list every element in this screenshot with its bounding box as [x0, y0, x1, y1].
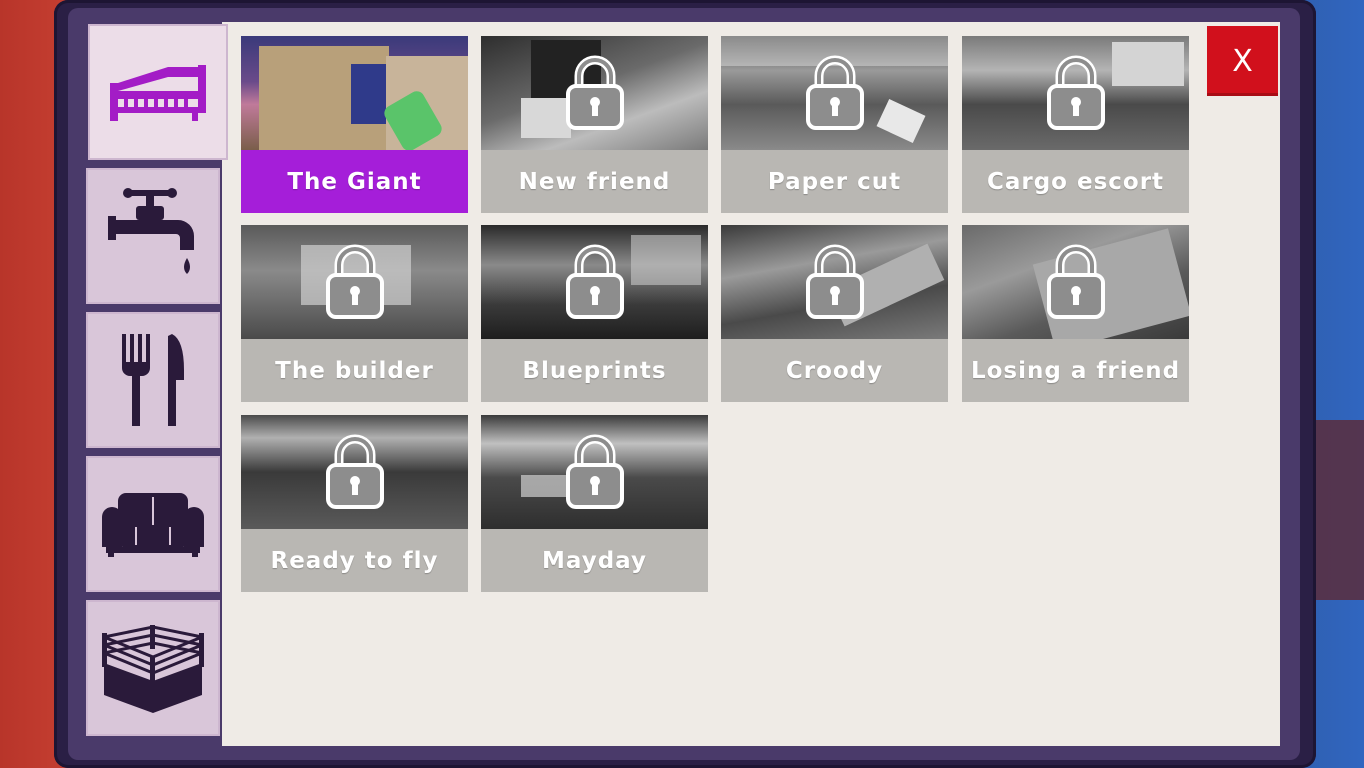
level-card-blueprints[interactable]: Blueprints — [481, 225, 708, 402]
level-thumbnail — [721, 225, 948, 339]
level-thumbnail — [481, 415, 708, 529]
level-thumbnail — [241, 36, 468, 150]
level-thumbnail — [241, 225, 468, 339]
level-name: Blueprints — [522, 357, 667, 384]
close-button[interactable]: X — [1207, 26, 1278, 96]
level-name: Paper cut — [767, 168, 902, 195]
level-name: Cargo escort — [986, 168, 1165, 195]
level-name: Croody — [785, 357, 884, 384]
level-name: Losing a friend — [970, 357, 1181, 384]
level-name: Ready to fly — [270, 547, 439, 574]
level-card-mayday[interactable]: Mayday — [481, 415, 708, 592]
level-name: The Giant — [241, 150, 468, 213]
lock-icon — [806, 244, 864, 319]
lock-icon — [1047, 55, 1105, 130]
lock-icon — [326, 244, 384, 319]
level-thumbnail — [962, 225, 1189, 339]
level-card-new-friend[interactable]: New friend — [481, 36, 708, 213]
background-shadow — [1316, 420, 1364, 600]
category-tab-arena[interactable] — [86, 600, 220, 736]
level-name: The builder — [275, 357, 434, 384]
category-tab-bathroom[interactable] — [86, 168, 220, 304]
lock-icon — [806, 55, 864, 130]
level-card-ready-to-fly[interactable]: Ready to fly — [241, 415, 468, 592]
category-sidebar — [84, 22, 228, 746]
lock-icon — [566, 244, 624, 319]
level-card-croody[interactable]: Croody — [721, 225, 948, 402]
level-card-cargo-escort[interactable]: Cargo escort — [962, 36, 1189, 213]
category-tab-living-room[interactable] — [86, 456, 220, 592]
level-card-paper-cut[interactable]: Paper cut — [721, 36, 948, 213]
lock-icon — [566, 434, 624, 509]
level-thumbnail — [241, 415, 468, 529]
level-card-the-builder[interactable]: The builder — [241, 225, 468, 402]
level-name: New friend — [518, 168, 671, 195]
level-card-losing-a-friend[interactable]: Losing a friend — [962, 225, 1189, 402]
level-thumbnail — [962, 36, 1189, 150]
boxing-ring-icon — [102, 625, 204, 713]
category-tab-kitchen[interactable] — [86, 312, 220, 448]
lock-icon — [566, 55, 624, 130]
bed-icon — [110, 65, 206, 121]
level-card-the-giant[interactable]: The Giant — [241, 36, 468, 213]
lock-icon — [326, 434, 384, 509]
lock-icon — [1047, 244, 1105, 319]
level-thumbnail — [481, 36, 708, 150]
level-thumbnail — [721, 36, 948, 150]
category-tab-bedroom[interactable] — [88, 24, 228, 160]
level-thumbnail — [481, 225, 708, 339]
level-name: Mayday — [542, 547, 647, 574]
faucet-icon — [108, 188, 194, 274]
sofa-icon — [102, 493, 204, 557]
fork-knife-icon — [122, 334, 184, 426]
